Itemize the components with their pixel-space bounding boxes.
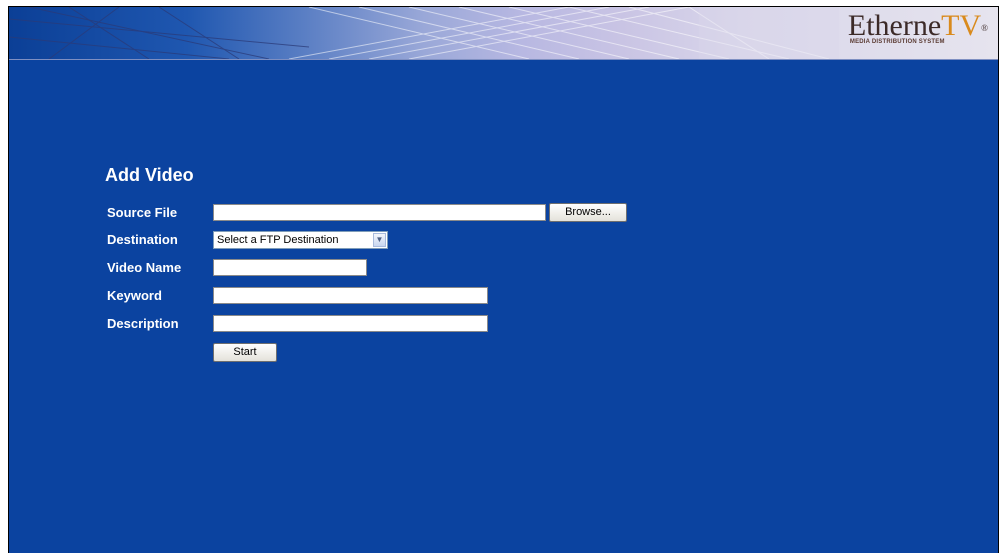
chevron-down-icon[interactable]: ▼	[373, 233, 386, 247]
destination-select[interactable]: Select a FTP Destination ▼	[213, 231, 388, 249]
description-label: Description	[107, 316, 179, 331]
description-input[interactable]	[213, 315, 488, 332]
brand-logo: EtherneTV® MEDIA DISTRIBUTION SYSTEM	[848, 9, 988, 45]
destination-label: Destination	[107, 232, 178, 247]
browse-button[interactable]: Browse...	[549, 203, 627, 222]
video-name-input[interactable]	[213, 259, 367, 276]
page-title: Add Video	[105, 165, 194, 185]
keyword-label: Keyword	[107, 288, 162, 303]
header-banner: EtherneTV® MEDIA DISTRIBUTION SYSTEM	[9, 7, 998, 60]
video-name-label: Video Name	[107, 260, 182, 275]
start-button[interactable]: Start	[213, 343, 277, 362]
source-file-input[interactable]	[213, 204, 546, 221]
destination-selected-value: Select a FTP Destination	[217, 234, 339, 246]
page-frame: EtherneTV® MEDIA DISTRIBUTION SYSTEM Add…	[8, 6, 999, 553]
logo-wordmark: EtherneTV®	[847, 9, 988, 42]
source-file-label: Source File	[107, 205, 178, 220]
keyword-input[interactable]	[213, 287, 488, 304]
